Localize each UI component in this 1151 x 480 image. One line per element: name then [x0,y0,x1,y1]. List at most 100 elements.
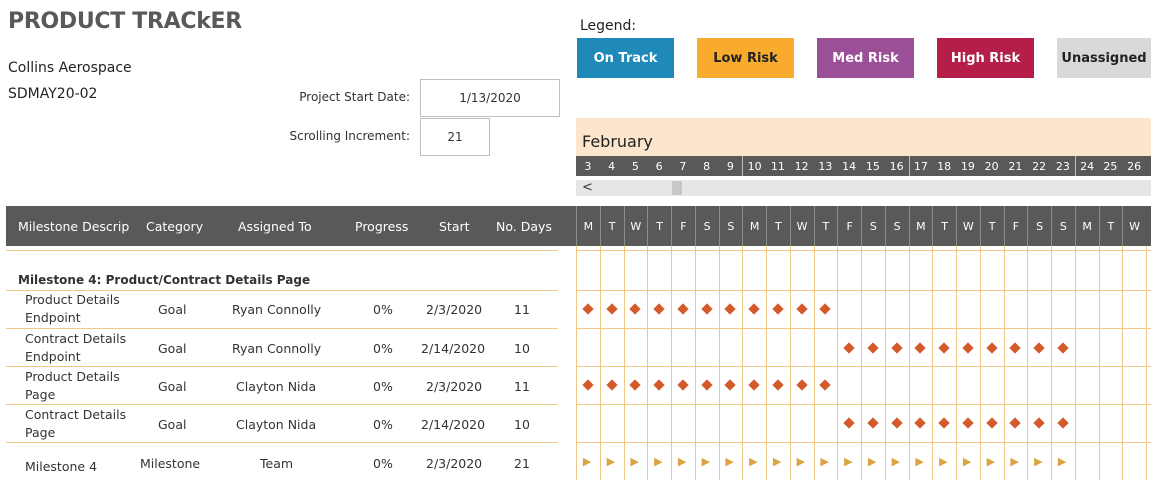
task-diamond-marker [653,379,665,391]
col-start: Start [439,218,470,234]
day-number: 25 [1103,159,1118,173]
grid-vline [1146,246,1147,480]
start-date-input[interactable]: 1/13/2020 [420,79,560,117]
milestone-flag-icon: ▶ [606,455,616,468]
day-number: 13 [818,159,833,173]
row-assigned: Clayton Nida [236,379,317,394]
day-number: 15 [865,159,880,173]
grid-hline [6,442,558,443]
milestone-flag-icon: ▶ [1057,455,1067,468]
row-desc-line1: Product Details [25,292,120,307]
row-days: 10 [514,417,530,432]
row-desc-line2: Page [25,387,56,402]
grid-vline [576,246,577,480]
weekday-label: W [789,206,814,246]
grid-hline [576,328,1151,329]
task-diamond-marker [914,342,927,354]
row-progress: 0% [373,341,393,356]
day-number: 10 [742,156,766,176]
task-diamond-marker [962,342,974,354]
day-number: 20 [984,159,999,173]
day-number: 11 [770,159,785,173]
milestone-flag-icon: ▶ [915,455,924,468]
task-diamond-marker [629,379,642,391]
grid-vline [718,246,720,480]
grid-hline [6,328,558,329]
timeline-scrollbar[interactable] [576,180,1151,196]
milestone-flag-icon: ▶ [1034,455,1043,468]
task-diamond-marker [938,417,950,429]
task-diamond-marker [700,303,713,315]
task-diamond-marker [772,303,784,315]
task-diamond-marker [914,417,927,429]
grid-hline [576,366,1151,367]
grid-vline [599,246,601,480]
grid-vline [1003,246,1005,480]
grid-hline [6,250,558,251]
weekday-label: F [671,206,695,246]
milestone-flag-icon: ▶ [1010,455,1019,468]
task-diamond-marker [938,342,950,354]
day-number: 16 [889,159,904,173]
task-diamond-marker [629,303,642,315]
month-label: February [582,132,653,151]
grid-vline [694,246,696,480]
row-desc-line2: Endpoint [25,310,81,325]
task-diamond-marker [1033,417,1045,429]
day-number-row: 3 4 5 6 7 8 9 10 11 12 13 14 15 16 17 18 19 20 21 22 23 24 25 2… [576,156,1151,176]
section-label: Milestone 4: Product/Contract Details Pa… [18,273,311,287]
day-number: 6 [655,159,663,173]
grid-vline [1027,246,1029,480]
task-diamond-marker [819,379,832,391]
task-diamond-marker [582,379,594,391]
milestone-flag-icon: ▶ [725,455,734,468]
weekday-label: F [1003,206,1028,246]
row-desc-line2: Milestone 4 [25,459,98,474]
task-diamond-marker [795,379,808,391]
task-diamond-marker [890,417,903,429]
day-number: 7 [679,159,687,173]
task-diamond-marker [700,379,713,391]
weekday-label: S [1027,206,1051,246]
row-desc-line1: Product Details [25,369,120,384]
row-days: 11 [514,379,530,394]
row-start: 2/3/2020 [426,456,483,471]
task-diamond-marker [724,303,737,315]
task-diamond-marker [1057,342,1069,354]
day-number: 8 [703,159,711,173]
scroll-thumb[interactable] [672,181,682,195]
milestone-flag-icon: ▶ [796,455,806,468]
legend-high-risk: High Risk [937,38,1034,78]
weekday-label: S [1051,206,1075,246]
day-number: 12 [794,159,809,173]
milestone-flag-icon: ▶ [986,455,996,468]
weekday-label: T [647,206,671,246]
task-diamond-marker [843,417,855,429]
day-number: 9 [726,159,734,173]
team-id: SDMAY20-02 [8,86,98,102]
task-diamond-marker [1009,342,1022,354]
scroll-increment-input[interactable]: 21 [420,118,490,156]
row-category: Goal [158,341,187,356]
col-days: No. Days [496,218,552,234]
scroll-left-arrow[interactable]: < [582,180,593,196]
day-number: 22 [1032,159,1047,173]
grid-vline [742,246,744,480]
milestone-flag-icon: ▶ [844,455,853,468]
weekday-label: T [1098,206,1123,246]
row-start: 2/14/2020 [421,341,486,356]
row-days: 10 [514,341,530,356]
milestone-flag-icon: ▶ [701,455,711,468]
legend-on-track: On Track [577,38,674,78]
milestone-flag-icon: ▶ [654,455,663,468]
col-assigned: Assigned To [238,218,312,234]
milestone-flag-icon: ▶ [891,455,901,468]
row-progress: 0% [373,456,393,471]
row-desc: Product Details Page [25,368,120,404]
task-diamond-marker [748,303,760,315]
row-days: 21 [514,456,530,471]
weekday-label: W [956,206,980,246]
col-milestone: Milestone Descrip [18,218,130,234]
row-desc: Milestone 4 [25,458,97,476]
row-desc: Product Details Endpoint [25,291,120,327]
